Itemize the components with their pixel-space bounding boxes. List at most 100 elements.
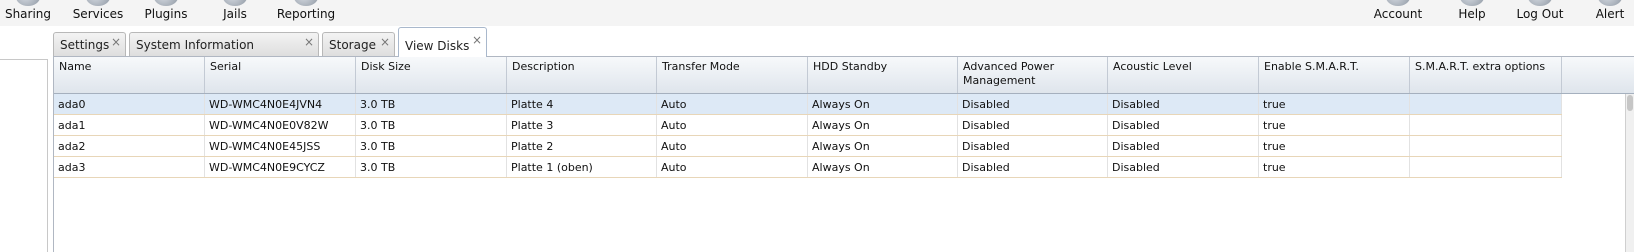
toolbar-help-label: Help: [1458, 7, 1486, 21]
cell-disk-size: 3.0 TB: [356, 94, 507, 114]
cell-hdd-standby: Always On: [808, 136, 958, 156]
cell-acoustic-level: Disabled: [1108, 115, 1259, 135]
cell-transfer-mode: Auto: [657, 94, 808, 114]
toolbar-jails-label: Jails: [223, 7, 247, 21]
account-icon: [1386, 0, 1410, 6]
cell-enable-smart: true: [1259, 94, 1410, 114]
column-header-acoustic-level[interactable]: Acoustic Level: [1108, 57, 1259, 93]
cell-acoustic-level: Disabled: [1108, 157, 1259, 177]
cell-enable-smart: true: [1259, 115, 1410, 135]
tab-system-information[interactable]: System Information ×: [129, 32, 319, 56]
toolbar-services-button[interactable]: Services: [70, 0, 126, 26]
disks-grid: Name Serial Disk Size Description Transf…: [53, 56, 1634, 252]
tab-view-disks[interactable]: View Disks ×: [398, 27, 487, 57]
toolbar-services-label: Services: [72, 7, 124, 21]
close-icon[interactable]: ×: [380, 36, 390, 48]
cell-serial: WD-WMC4N0E0V82W: [205, 115, 356, 135]
cell-advanced-power-management: Disabled: [958, 94, 1108, 114]
toolbar-alert-label: Alert: [1595, 7, 1625, 21]
cell-enable-smart: true: [1259, 136, 1410, 156]
cell-smart-extra-options: [1410, 157, 1562, 177]
table-row[interactable]: ada1 WD-WMC4N0E0V82W 3.0 TB Platte 3 Aut…: [54, 115, 1562, 136]
toolbar-help-button[interactable]: Help: [1454, 0, 1490, 26]
close-icon[interactable]: ×: [304, 36, 314, 48]
cell-serial: WD-WMC4N0E45JSS: [205, 136, 356, 156]
tab-storage-label: Storage: [329, 38, 376, 52]
table-row[interactable]: ada2 WD-WMC4N0E45JSS 3.0 TB Platte 2 Aut…: [54, 136, 1562, 157]
tab-bar: Settings × System Information × Storage …: [53, 27, 1634, 57]
tab-settings[interactable]: Settings ×: [53, 32, 126, 56]
plugins-icon: [154, 0, 178, 6]
column-header-advanced-power-management[interactable]: Advanced Power Management: [958, 57, 1108, 93]
table-row[interactable]: ada3 WD-WMC4N0E9CYCZ 3.0 TB Platte 1 (ob…: [54, 157, 1562, 178]
freenas-app: Sharing Services Plugins Jails Reporting…: [0, 0, 1634, 252]
toolbar-account-label: Account: [1373, 7, 1423, 21]
logout-icon: [1528, 0, 1552, 6]
toolbar-sharing-label: Sharing: [4, 7, 52, 21]
close-icon[interactable]: ×: [111, 36, 121, 48]
cell-description: Platte 1 (oben): [507, 157, 657, 177]
toolbar-logout-label: Log Out: [1516, 7, 1564, 21]
top-toolbar: Sharing Services Plugins Jails Reporting…: [0, 0, 1634, 26]
help-icon: [1460, 0, 1484, 6]
toolbar-plugins-button[interactable]: Plugins: [142, 0, 190, 26]
grid-header-row: Name Serial Disk Size Description Transf…: [54, 57, 1634, 94]
column-header-smart-extra-options[interactable]: S.M.A.R.T. extra options: [1410, 57, 1562, 93]
cell-disk-size: 3.0 TB: [356, 157, 507, 177]
cell-name: ada3: [54, 157, 205, 177]
scrollbar-thumb[interactable]: [1627, 95, 1633, 111]
cell-smart-extra-options: [1410, 94, 1562, 114]
cell-hdd-standby: Always On: [808, 94, 958, 114]
toolbar-account-button[interactable]: Account: [1372, 0, 1424, 26]
column-header-enable-smart[interactable]: Enable S.M.A.R.T.: [1259, 57, 1410, 93]
alert-icon: [1598, 0, 1622, 6]
cell-serial: WD-WMC4N0E4JVN4: [205, 94, 356, 114]
toolbar-jails-button[interactable]: Jails: [218, 0, 252, 26]
column-header-disk-size[interactable]: Disk Size: [356, 57, 507, 93]
column-header-description[interactable]: Description: [507, 57, 657, 93]
cell-serial: WD-WMC4N0E9CYCZ: [205, 157, 356, 177]
toolbar-sharing-button[interactable]: Sharing: [0, 0, 56, 26]
jails-icon: [223, 0, 247, 6]
cell-transfer-mode: Auto: [657, 115, 808, 135]
cell-acoustic-level: Disabled: [1108, 136, 1259, 156]
tab-storage[interactable]: Storage ×: [322, 32, 395, 56]
cell-disk-size: 3.0 TB: [356, 136, 507, 156]
cell-name: ada1: [54, 115, 205, 135]
cell-advanced-power-management: Disabled: [958, 115, 1108, 135]
cell-name: ada2: [54, 136, 205, 156]
cell-smart-extra-options: [1410, 115, 1562, 135]
reporting-icon: [294, 0, 318, 6]
grid-scrollbar[interactable]: [1625, 94, 1634, 252]
cell-advanced-power-management: Disabled: [958, 136, 1108, 156]
cell-name: ada0: [54, 94, 205, 114]
close-icon[interactable]: ×: [472, 34, 482, 46]
cell-hdd-standby: Always On: [808, 115, 958, 135]
toolbar-plugins-label: Plugins: [144, 7, 188, 21]
toolbar-alert-button[interactable]: Alert: [1590, 0, 1630, 26]
cell-description: Platte 3: [507, 115, 657, 135]
tab-view-disks-label: View Disks: [405, 39, 470, 53]
cell-transfer-mode: Auto: [657, 157, 808, 177]
cell-hdd-standby: Always On: [808, 157, 958, 177]
left-navigation-panel: [0, 59, 48, 252]
cell-enable-smart: true: [1259, 157, 1410, 177]
cell-acoustic-level: Disabled: [1108, 94, 1259, 114]
toolbar-logout-button[interactable]: Log Out: [1514, 0, 1566, 26]
tab-settings-label: Settings: [60, 38, 110, 52]
toolbar-reporting-button[interactable]: Reporting: [276, 0, 336, 26]
cell-advanced-power-management: Disabled: [958, 157, 1108, 177]
table-row[interactable]: ada0 WD-WMC4N0E4JVN4 3.0 TB Platte 4 Aut…: [54, 94, 1562, 115]
column-header-hdd-standby[interactable]: HDD Standby: [808, 57, 958, 93]
cell-description: Platte 2: [507, 136, 657, 156]
cell-smart-extra-options: [1410, 136, 1562, 156]
column-header-serial[interactable]: Serial: [205, 57, 356, 93]
tab-system-information-label: System Information: [136, 38, 255, 52]
cell-description: Platte 4: [507, 94, 657, 114]
column-header-transfer-mode[interactable]: Transfer Mode: [657, 57, 808, 93]
sharing-icon: [16, 0, 40, 6]
services-icon: [86, 0, 110, 6]
cell-transfer-mode: Auto: [657, 136, 808, 156]
column-header-name[interactable]: Name: [54, 57, 205, 93]
toolbar-reporting-label: Reporting: [276, 7, 336, 21]
